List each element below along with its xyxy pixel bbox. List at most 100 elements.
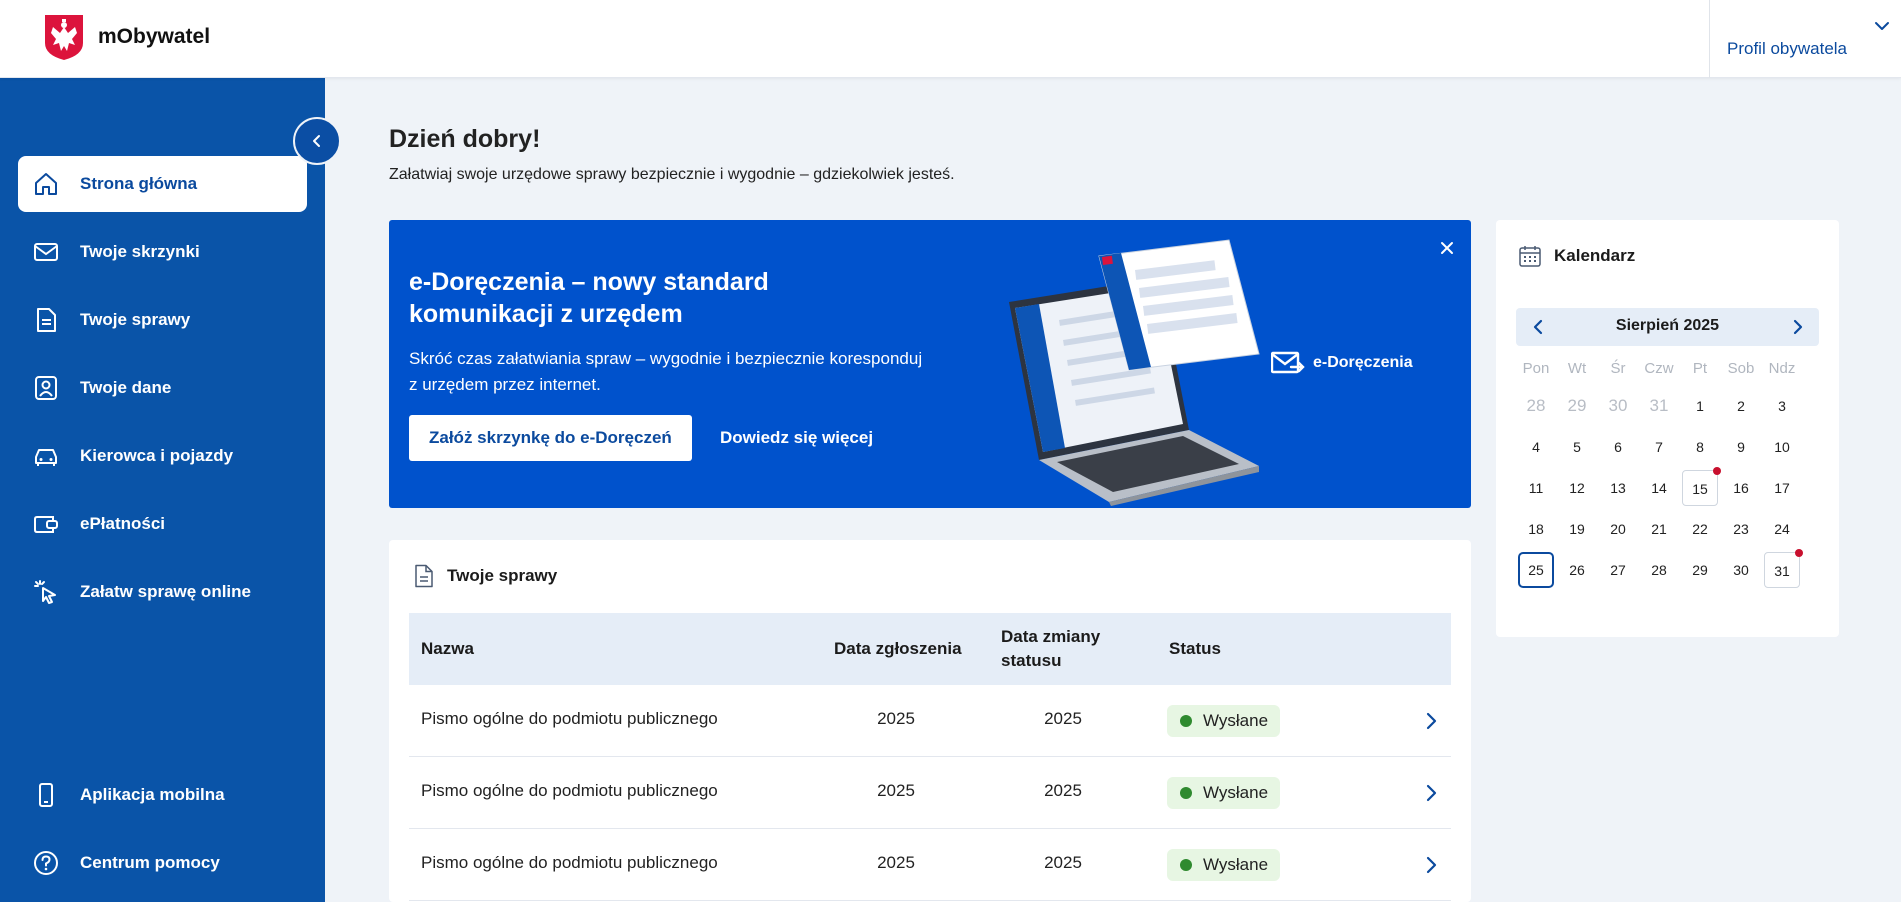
- status-dot: [1180, 787, 1192, 799]
- banner-text: Skróć czas załatwiania spraw – wygodnie …: [409, 349, 923, 394]
- table-row[interactable]: Pismo ogólne do podmiotu publicznego 202…: [409, 829, 1451, 901]
- calendar-day[interactable]: 31: [1641, 388, 1677, 424]
- sidebar-item-payments[interactable]: ePłatności: [18, 496, 307, 552]
- calendar-day[interactable]: 29: [1559, 388, 1595, 424]
- home-icon: [35, 173, 57, 195]
- sidebar-item-vehicles[interactable]: Kierowca i pojazdy: [18, 428, 307, 484]
- calendar-day[interactable]: 11: [1518, 470, 1554, 506]
- case-name: Pismo ogólne do podmiotu publicznego: [421, 709, 718, 728]
- sidebar-item-cases[interactable]: Twoje sprawy: [18, 292, 307, 348]
- calendar-day-event[interactable]: 15: [1682, 467, 1721, 506]
- weekday-label: Pon: [1522, 360, 1550, 377]
- status-badge: Wysłane: [1167, 777, 1281, 809]
- calendar-day[interactable]: 28: [1518, 388, 1554, 424]
- collapse-sidebar-button[interactable]: [293, 117, 341, 165]
- calendar-day[interactable]: 20: [1600, 511, 1636, 547]
- chevron-right-icon[interactable]: [1419, 853, 1443, 877]
- profile-label: Profil obywatela: [1727, 39, 1848, 58]
- help-icon: [34, 851, 58, 875]
- calendar-day[interactable]: 12: [1559, 470, 1595, 506]
- calendar-day[interactable]: 27: [1600, 552, 1636, 588]
- chevron-right-icon[interactable]: [1786, 316, 1808, 338]
- table-header: Nazwa Data zgłoszenia Data zmiany status…: [409, 613, 1451, 685]
- calendar-day[interactable]: 14: [1641, 470, 1677, 506]
- sidebar: Strona główna Twoje skrzynki Twoje spraw…: [0, 78, 325, 902]
- chevron-left-icon: [313, 135, 320, 147]
- sidebar-item-inboxes[interactable]: Twoje skrzynki: [18, 224, 307, 280]
- calendar-day[interactable]: 5: [1559, 429, 1595, 465]
- brand[interactable]: mObywatel: [43, 13, 210, 61]
- cursor-click-icon: [34, 580, 56, 604]
- weekday-label: Wt: [1567, 360, 1587, 377]
- calendar-day[interactable]: 22: [1682, 511, 1718, 547]
- chevron-right-icon[interactable]: [1419, 781, 1443, 805]
- laptop-illustration: [1009, 239, 1260, 506]
- phone-icon: [39, 783, 53, 807]
- calendar-day[interactable]: 4: [1518, 429, 1554, 465]
- table-row[interactable]: Pismo ogólne do podmiotu publicznego 202…: [409, 757, 1451, 829]
- calendar-day[interactable]: 19: [1559, 511, 1595, 547]
- calendar-day[interactable]: 1: [1682, 388, 1718, 424]
- calendar-day[interactable]: 10: [1764, 429, 1800, 465]
- chevron-right-icon[interactable]: [1419, 709, 1443, 733]
- e-doreczenia-logo-text: e-Doręczenia: [1313, 354, 1413, 371]
- e-doreczenia-banner: e-Doręczenia – nowy standard komunikacji…: [389, 220, 1471, 508]
- calendar-day[interactable]: 29: [1682, 552, 1718, 588]
- status-label: Wysłane: [1203, 711, 1269, 730]
- case-changed: 2025: [1044, 781, 1082, 800]
- case-submitted: 2025: [877, 781, 915, 800]
- calendar-day[interactable]: 17: [1764, 470, 1800, 506]
- column-header-submitted: Data zgłoszenia: [834, 639, 962, 658]
- status-badge: Wysłane: [1167, 849, 1281, 881]
- calendar-header: Kalendarz: [1518, 244, 1635, 268]
- calendar-day[interactable]: 8: [1682, 429, 1718, 465]
- weekday-label: Śr: [1610, 360, 1626, 377]
- wallet-icon: [34, 516, 58, 533]
- calendar-icon: [1519, 246, 1541, 267]
- calendar-day[interactable]: 16: [1723, 470, 1759, 506]
- case-name: Pismo ogólne do podmiotu publicznego: [421, 781, 718, 800]
- weekday-label: Czw: [1644, 360, 1674, 377]
- calendar-day[interactable]: 3: [1764, 388, 1800, 424]
- calendar-day[interactable]: 30: [1600, 388, 1636, 424]
- calendar-day[interactable]: 24: [1764, 511, 1800, 547]
- page-subtitle: Załatwiaj swoje urzędowe sprawy bezpiecz…: [389, 166, 955, 183]
- calendar-day[interactable]: 23: [1723, 511, 1759, 547]
- table-row[interactable]: Pismo ogólne do podmiotu publicznego 202…: [409, 685, 1451, 757]
- sidebar-item-online[interactable]: Załatw sprawę online: [18, 564, 307, 620]
- calendar-day[interactable]: 18: [1518, 511, 1554, 547]
- sidebar-item-home[interactable]: Strona główna: [18, 156, 307, 212]
- sidebar-item-label: Twoje dane: [80, 378, 172, 397]
- column-header-changed: Data zmiany statusu: [1001, 627, 1101, 670]
- sidebar-item-label: Twoje sprawy: [80, 310, 191, 329]
- sidebar-item-help[interactable]: Centrum pomocy: [18, 835, 307, 891]
- create-inbox-button[interactable]: Załóż skrzynkę do e-Doręczeń: [409, 415, 692, 461]
- calendar-day[interactable]: 2: [1723, 388, 1759, 424]
- weekday-label: Pt: [1692, 360, 1708, 377]
- e-doreczenia-logo: e-Doręczenia: [1271, 350, 1413, 376]
- column-header-name: Nazwa: [421, 639, 474, 658]
- status-label: Wysłane: [1203, 783, 1269, 802]
- calendar-day[interactable]: 6: [1600, 429, 1636, 465]
- close-banner-button[interactable]: [1435, 236, 1459, 260]
- weekday-label: Sob: [1727, 360, 1755, 377]
- calendar-day[interactable]: 30: [1723, 552, 1759, 588]
- calendar-day[interactable]: 13: [1600, 470, 1636, 506]
- case-changed: 2025: [1044, 853, 1082, 872]
- calendar-day[interactable]: 21: [1641, 511, 1677, 547]
- calendar-day-today[interactable]: 25: [1518, 552, 1554, 588]
- calendar-day[interactable]: 7: [1641, 429, 1677, 465]
- status-label: Wysłane: [1203, 855, 1269, 874]
- status-dot: [1180, 715, 1192, 727]
- calendar-month: Sierpień 2025: [1615, 317, 1720, 334]
- sidebar-item-label: Strona główna: [80, 174, 198, 193]
- sidebar-item-data[interactable]: Twoje dane: [18, 360, 307, 416]
- calendar-day[interactable]: 9: [1723, 429, 1759, 465]
- profile-menu[interactable]: Profil obywatela: [1709, 0, 1901, 78]
- learn-more-link[interactable]: Dowiedz się więcej: [720, 428, 873, 448]
- calendar-day[interactable]: 26: [1559, 552, 1595, 588]
- calendar-day[interactable]: 28: [1641, 552, 1677, 588]
- calendar-day-event[interactable]: 31: [1764, 549, 1803, 588]
- calendar-month-nav: Sierpień 2025: [1516, 308, 1819, 346]
- sidebar-item-mobile-app[interactable]: Aplikacja mobilna: [18, 767, 307, 823]
